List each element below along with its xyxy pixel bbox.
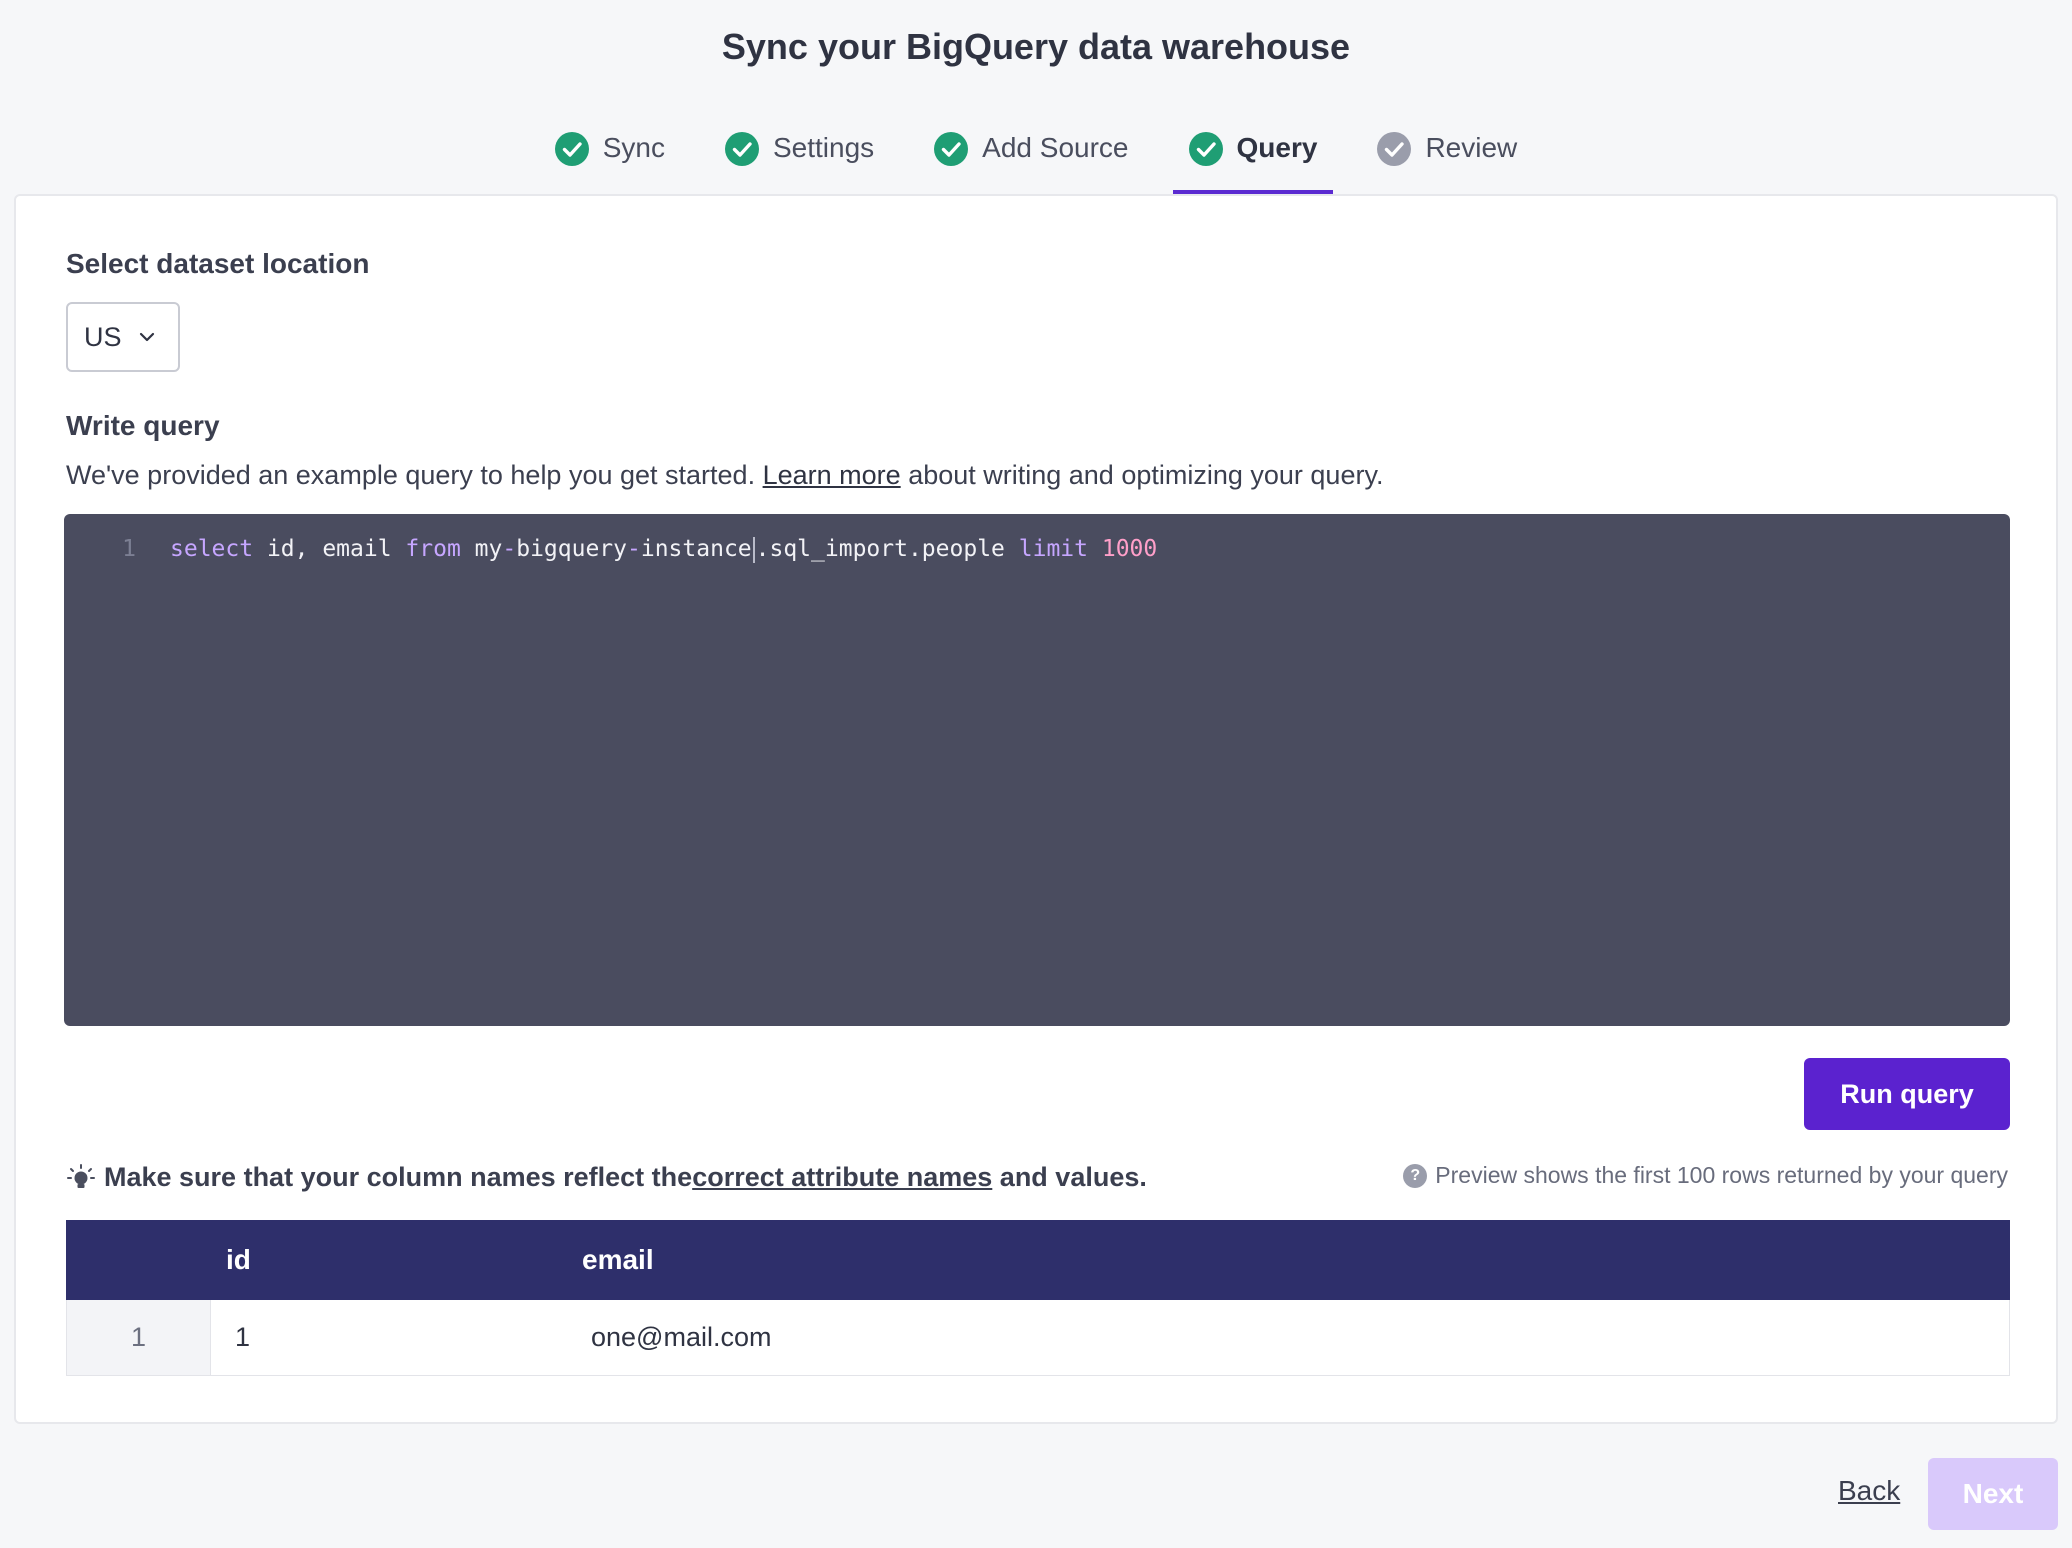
line-number: 1 [122, 536, 136, 562]
keyword-from: from [405, 536, 461, 562]
location-label: Select dataset location [66, 248, 370, 279]
desc-before: We've provided an example query to help … [66, 460, 756, 490]
text-cursor [752, 536, 755, 563]
query-description: We've provided an example query to help … [66, 460, 1383, 491]
help-icon: ? [1403, 1163, 1428, 1188]
code-dash: - [502, 536, 517, 562]
code-table-b: bigquery [516, 536, 627, 562]
tip-after: and values. [992, 1162, 1147, 1192]
query-editor[interactable]: 1 select id, email from my-bigquery-inst… [64, 514, 2010, 1026]
step-query[interactable]: Query [1172, 124, 1334, 196]
check-circle-icon [554, 132, 589, 166]
step-label: Settings [773, 132, 875, 163]
code-table-a: my [460, 536, 503, 562]
step-label: Query [1236, 132, 1318, 163]
cell-id: 1 [235, 1322, 251, 1352]
editor-line: 1 select id, email from my-bigquery-inst… [64, 536, 1157, 563]
lightbulb-icon [67, 1163, 95, 1188]
keyword-limit: limit [1018, 536, 1088, 562]
row-index: 1 [67, 1300, 211, 1375]
check-circle-pending-icon [1377, 132, 1412, 166]
cell-email: one@mail.com [591, 1322, 772, 1352]
tip-before: Make sure that your column names reflect… [104, 1162, 693, 1192]
location-value: US [84, 321, 122, 352]
table-header: id email [66, 1220, 2010, 1300]
step-review[interactable]: Review [1361, 124, 1533, 196]
keyword-select: select [170, 536, 254, 562]
preview-note-text: Preview shows the first 100 rows returne… [1435, 1162, 2008, 1188]
step-settings[interactable]: Settings [709, 124, 890, 196]
tip-message: Make sure that your column names reflect… [66, 1162, 1147, 1193]
write-query-label: Write query [66, 410, 220, 441]
check-circle-icon [725, 132, 759, 166]
query-card: Select dataset location US Write query W… [14, 194, 2058, 1424]
step-label: Review [1425, 132, 1518, 163]
back-link[interactable]: Back [1838, 1475, 1900, 1507]
code-number: 1000 [1088, 536, 1158, 562]
check-circle-icon [1188, 132, 1223, 166]
code-table-d: .sql_import.people [755, 536, 1019, 562]
chevron-down-icon [139, 332, 154, 342]
code-columns: id, email [253, 536, 406, 562]
code-line: select id, email from my-bigquery-instan… [170, 536, 1157, 563]
attribute-names-link[interactable]: correct attribute names [692, 1162, 992, 1193]
step-sync[interactable]: Sync [539, 124, 681, 196]
check-circle-icon [934, 132, 969, 166]
page-title: Sync your BigQuery data warehouse [721, 26, 1351, 67]
desc-after: about writing and optimizing your query. [908, 460, 1384, 490]
run-query-button[interactable]: Run query [1804, 1058, 2010, 1130]
code-dash: - [627, 536, 641, 562]
stepper: Sync Settings Add Source Query Review [0, 124, 2072, 196]
column-header-id: id [226, 1244, 251, 1275]
column-header-email: email [582, 1244, 654, 1275]
step-add-source[interactable]: Add Source [918, 124, 1144, 196]
code-table-c: instance [640, 536, 752, 562]
location-select[interactable]: US [66, 302, 180, 372]
table-row: 1 1 one@mail.com [66, 1300, 2010, 1376]
preview-table: id email 1 1 one@mail.com [66, 1220, 2010, 1376]
preview-note: ? Preview shows the first 100 rows retur… [1403, 1162, 2008, 1189]
step-label: Add Source [982, 132, 1129, 163]
next-button[interactable]: Next [1928, 1458, 2058, 1530]
step-label: Sync [602, 132, 665, 163]
learn-more-link[interactable]: Learn more [763, 460, 901, 490]
